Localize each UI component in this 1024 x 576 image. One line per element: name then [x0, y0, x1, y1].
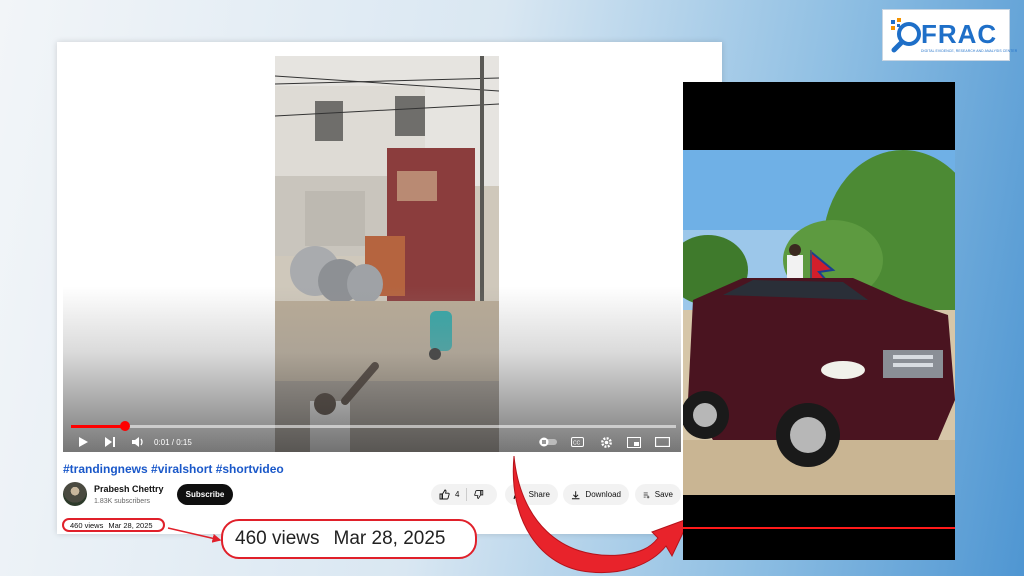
frac-logo: FRAC DIGITAL EVIDENCE, RESEARCH AND ANAL… [882, 9, 1017, 61]
volume-icon [132, 437, 143, 447]
autoplay-toggle-icon [539, 437, 557, 447]
logo-text: FRAC [921, 19, 998, 49]
share-label: Share [528, 490, 550, 499]
suv-with-flag-image [683, 150, 955, 495]
play-icon [79, 437, 88, 447]
gear-icon [601, 436, 612, 448]
like-button[interactable]: 4 [439, 489, 459, 500]
miniplayer-button[interactable] [627, 432, 641, 452]
thumbs-down-icon[interactable] [474, 489, 484, 500]
upload-date: Mar 28, 2025 [108, 520, 153, 530]
autoplay-toggle[interactable] [539, 432, 557, 452]
captions-icon: CC [571, 437, 584, 447]
like-divider [466, 488, 468, 501]
video-player[interactable]: 0:01 / 0:15 CC [63, 56, 681, 452]
zoom-upload-date: Mar 28, 2025 [333, 528, 446, 549]
settings-button[interactable] [600, 432, 613, 452]
save-playlist-icon [643, 492, 650, 498]
channel-name[interactable]: Prabesh Chettry [94, 484, 164, 494]
zoomed-upload-meta: 460 views Mar 28, 2025 [221, 519, 477, 559]
save-label: Save [654, 490, 673, 499]
svg-text:CC: CC [573, 441, 581, 447]
progress-bar[interactable] [71, 421, 676, 431]
play-button[interactable] [77, 432, 89, 452]
theater-mode-button[interactable] [655, 432, 670, 452]
suv-photo [683, 150, 955, 495]
upload-meta: 460 views Mar 28, 2025 [62, 518, 165, 532]
view-count: 460 views [70, 520, 104, 530]
like-count: 4 [455, 490, 460, 499]
next-button[interactable] [104, 432, 116, 452]
progress-fill [71, 425, 126, 428]
skip-next-icon [105, 437, 115, 447]
time-text: 0:01 / 0:15 [154, 437, 192, 447]
download-label: Download [585, 490, 621, 499]
share-button[interactable]: Share [505, 484, 558, 505]
save-button[interactable]: Save [635, 484, 681, 505]
subscribe-button[interactable]: Subscribe [177, 484, 233, 505]
video-title[interactable]: #trandingnews #viralshort #shortvideo [63, 462, 284, 476]
subscriber-count: 1.83K subscribers [94, 498, 151, 505]
thumbs-up-icon [439, 489, 450, 500]
volume-button[interactable] [131, 432, 144, 452]
theater-icon [655, 437, 670, 447]
captions-button[interactable]: CC [571, 432, 584, 452]
download-button[interactable]: Download [563, 484, 629, 505]
zoom-view-count: 460 views [235, 528, 320, 549]
time-display: 0:01 / 0:15 [154, 432, 192, 452]
progress-line [683, 527, 955, 529]
share-icon [513, 489, 524, 500]
miniplayer-icon [627, 436, 641, 448]
like-dislike-group: 4 [431, 484, 497, 505]
channel-avatar[interactable] [63, 482, 87, 506]
comparison-video-screenshot [683, 82, 955, 560]
youtube-screenshot: 0:01 / 0:15 CC #trandingnews #viralshort… [57, 42, 722, 534]
download-icon [571, 490, 580, 499]
logo-subtitle: DIGITAL EVIDENCE, RESEARCH AND ANALYSIS … [921, 49, 1018, 53]
